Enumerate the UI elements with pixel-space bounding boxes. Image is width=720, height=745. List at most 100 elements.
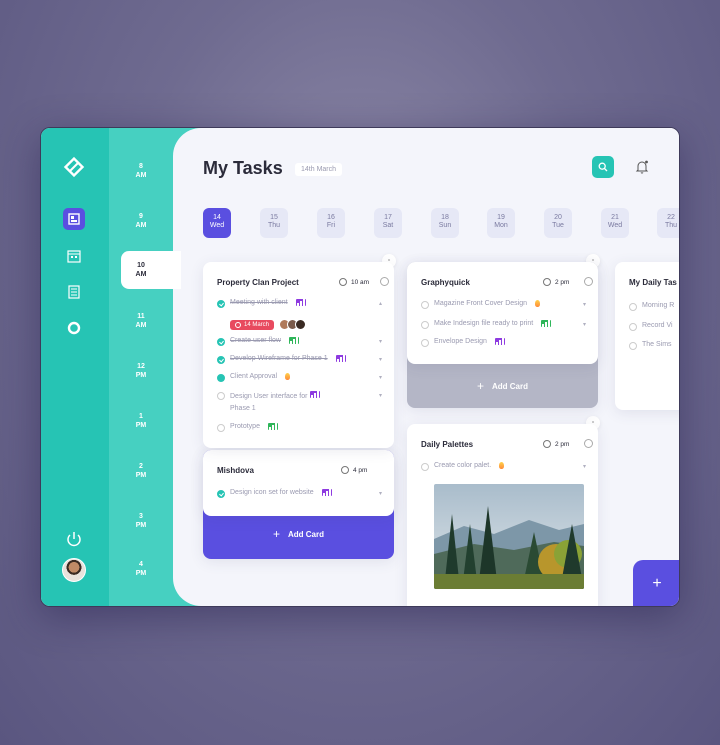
time-slot[interactable]: 4 PM — [121, 560, 161, 578]
task-item[interactable]: Prototype — [217, 423, 278, 435]
search-button[interactable] — [592, 156, 614, 178]
chevron-up-icon[interactable]: ▴ — [379, 300, 382, 307]
check-icon[interactable] — [629, 303, 637, 311]
time-slot[interactable]: 3 PM — [121, 512, 161, 530]
task-item[interactable]: Magazine Front Cover Design — [421, 300, 540, 312]
add-card-button[interactable]: + Add Card — [203, 526, 394, 542]
task-item[interactable]: Meeting with client — [217, 299, 306, 311]
task-item[interactable]: Design icon set for website — [217, 489, 332, 501]
day-tab[interactable]: 22 Thu — [657, 208, 679, 238]
search-icon — [598, 162, 608, 172]
time-slot-active[interactable]: 10 AM — [121, 251, 181, 289]
time-slot[interactable]: 1 PM — [121, 412, 161, 430]
graphyquick-card: Graphyquick 2 pm Magazine Front Cover De… — [407, 262, 598, 364]
day-number: 21 — [611, 214, 619, 221]
card-title: Daily Palettes — [421, 440, 474, 449]
calendar-icon[interactable] — [63, 245, 85, 267]
property-card: Property Clan Project 10 am Meeting with… — [203, 262, 394, 448]
chevron-down-icon[interactable]: ▾ — [379, 490, 382, 497]
day-tab[interactable]: 18 Sun — [431, 208, 459, 238]
chevron-down-icon[interactable]: ▾ — [379, 338, 382, 345]
task-item[interactable]: Create user flow — [217, 337, 299, 349]
day-tab[interactable]: 20 Tue — [544, 208, 572, 238]
check-icon[interactable] — [217, 356, 225, 364]
day-number: 16 — [327, 214, 335, 221]
circle-icon[interactable] — [63, 317, 85, 339]
task-item[interactable]: Client Approval — [217, 373, 291, 385]
task-item[interactable]: Develop Wireframe for Phase 1 — [217, 355, 346, 367]
day-tab[interactable]: 19 Mon — [487, 208, 515, 238]
time-slot[interactable]: 2 PM — [121, 462, 161, 480]
task-item[interactable]: Envelope Design — [421, 338, 505, 350]
time-hour: 1 — [139, 413, 143, 420]
check-icon[interactable] — [217, 374, 225, 382]
check-icon[interactable] — [217, 424, 225, 432]
chevron-down-icon[interactable]: ▾ — [379, 374, 382, 381]
add-card-label: Add Card — [492, 381, 528, 391]
task-item[interactable]: The Sims — [629, 341, 672, 353]
chevron-down-icon[interactable]: ▾ — [583, 321, 586, 328]
page-title: My Tasks — [203, 158, 283, 178]
check-icon[interactable] — [217, 392, 225, 400]
task-item[interactable]: Make Indesign file ready to print — [421, 320, 552, 332]
priority-bars-icon — [267, 423, 278, 430]
daily-palettes-card: Daily Palettes 2 pm Create color palet. … — [407, 424, 598, 606]
task-text: Prototype — [230, 423, 260, 430]
app-window: 8 AM 9 AM 10 AM 11 AM 12 PM 1 PM 2 PM 3 PM 4 PM M… — [40, 127, 680, 607]
check-icon[interactable] — [421, 301, 429, 309]
bell-icon[interactable] — [634, 158, 650, 176]
card-menu-icon[interactable] — [584, 439, 593, 448]
clock-icon — [543, 440, 551, 448]
task-item[interactable]: Record Vi — [629, 322, 673, 334]
avatar[interactable] — [62, 558, 86, 582]
list-icon[interactable] — [63, 281, 85, 303]
time-slot[interactable]: 12 PM — [121, 362, 161, 380]
check-icon[interactable] — [217, 300, 225, 308]
plus-icon: + — [476, 379, 484, 393]
check-icon[interactable] — [421, 463, 429, 471]
date-tag: 14th March — [295, 163, 343, 176]
day-tab[interactable]: 14 Wed — [203, 208, 231, 238]
task-text: Client Approval — [230, 373, 278, 380]
task-item[interactable]: Create color palet. — [421, 462, 505, 474]
time-slot[interactable]: 8 AM — [121, 162, 161, 180]
day-tab[interactable]: 15 Thu — [260, 208, 288, 238]
check-icon[interactable] — [217, 338, 225, 346]
task-item[interactable]: Design User interface for Phase 1 — [217, 391, 321, 415]
chevron-down-icon[interactable]: ▾ — [583, 463, 586, 470]
day-tab[interactable]: 16 Fri — [317, 208, 345, 238]
check-icon[interactable] — [421, 339, 429, 347]
assignee-avatars[interactable] — [279, 319, 306, 330]
chevron-down-icon[interactable]: ▾ — [379, 392, 382, 399]
task-text: Magazine Front Cover Design — [434, 300, 527, 307]
card-menu-icon[interactable] — [584, 277, 593, 286]
time-slot[interactable]: 9 AM — [121, 212, 161, 230]
due-date-badge: 14 March — [230, 320, 275, 330]
task-item[interactable]: Morning R — [629, 302, 674, 314]
add-card-button[interactable]: + Add Card — [407, 378, 598, 394]
day-name: Sun — [438, 222, 452, 229]
card-time: 2 pm — [543, 278, 569, 286]
check-icon[interactable] — [217, 490, 225, 498]
plus-icon: + — [272, 527, 280, 541]
board-icon[interactable] — [63, 208, 85, 230]
card-time-text: 2 pm — [555, 278, 570, 286]
power-icon[interactable] — [65, 530, 83, 548]
add-task-button[interactable]: + — [633, 560, 679, 606]
task-text-continued: Phase 1 — [230, 405, 256, 412]
check-icon[interactable] — [629, 342, 637, 350]
landscape-photo[interactable] — [434, 484, 584, 589]
check-icon[interactable] — [421, 321, 429, 329]
time-period: PM — [135, 570, 147, 577]
day-tab[interactable]: 21 Wed — [601, 208, 629, 238]
time-hour: 8 — [139, 163, 143, 170]
time-slot[interactable]: 11 AM — [121, 312, 161, 330]
priority-bars-icon — [335, 355, 346, 362]
card-menu-icon[interactable] — [380, 277, 389, 286]
day-tab[interactable]: 17 Sat — [374, 208, 402, 238]
chevron-down-icon[interactable]: ▾ — [379, 356, 382, 363]
day-name: Sat — [382, 222, 394, 229]
day-number: 20 — [554, 214, 562, 221]
chevron-down-icon[interactable]: ▾ — [583, 301, 586, 308]
check-icon[interactable] — [629, 323, 637, 331]
